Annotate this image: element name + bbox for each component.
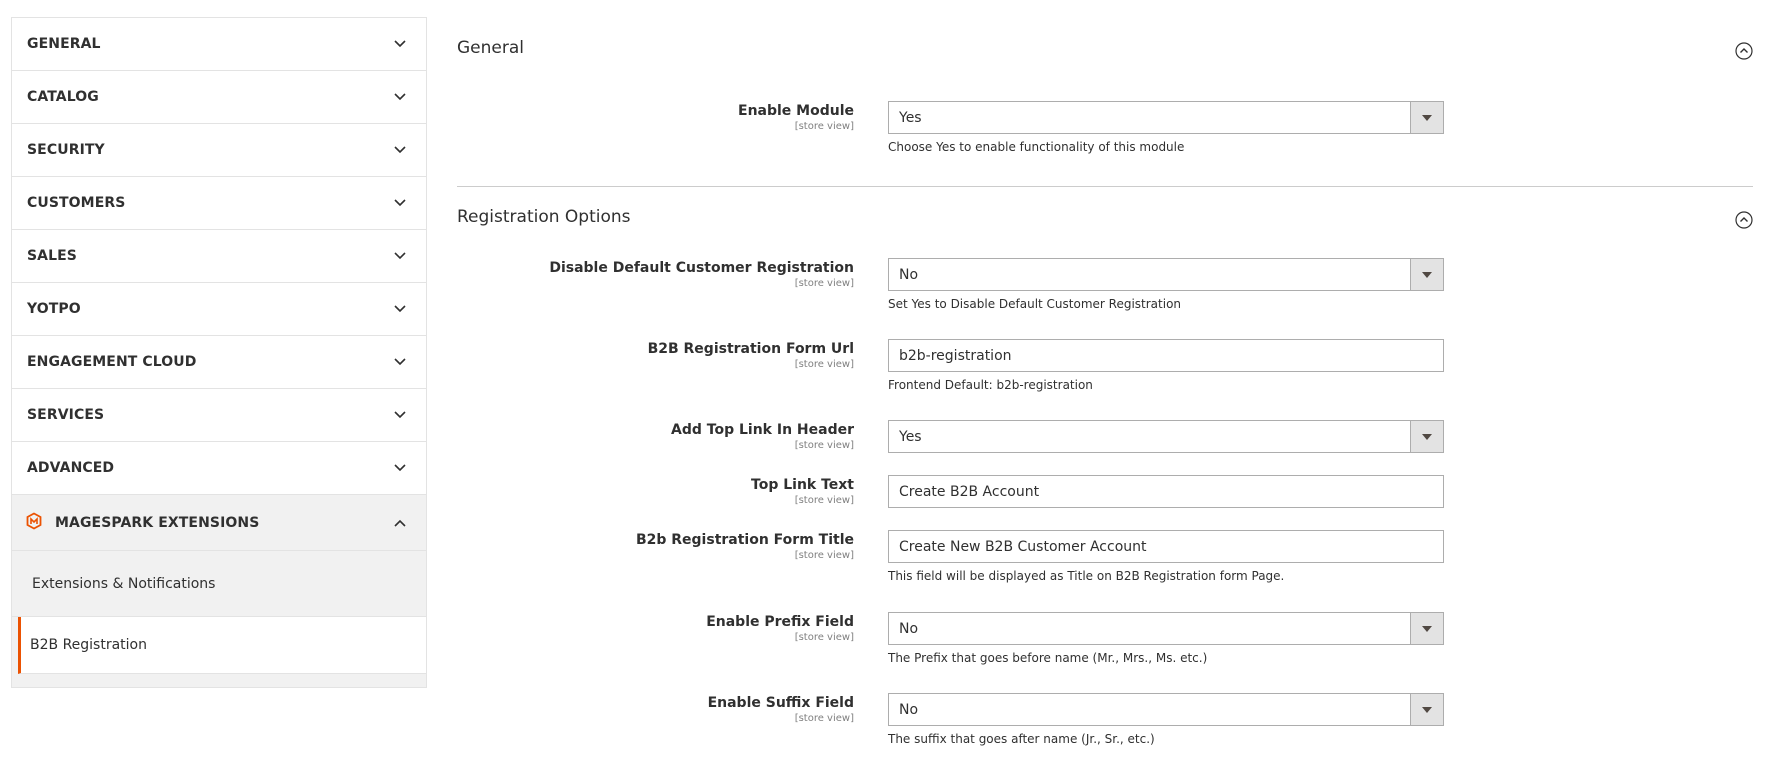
dropdown-arrow-icon[interactable]	[1410, 421, 1443, 452]
magespark-logo-icon	[25, 511, 43, 534]
chevron-up-icon	[392, 515, 408, 531]
label-text: B2B Registration Form Url	[647, 341, 854, 357]
field-note: The suffix that goes after name (Jr., Sr…	[888, 732, 1155, 746]
tab-label: GENERAL	[27, 36, 101, 52]
enable-prefix-select[interactable]: No	[888, 612, 1444, 645]
dropdown-arrow-icon[interactable]	[1410, 259, 1443, 290]
form-url-input[interactable]: b2b-registration	[888, 339, 1444, 372]
label-text: Enable Suffix Field	[707, 695, 854, 711]
config-sidebar: GENERAL CATALOG SECURITY CUSTOMERS SALES…	[11, 17, 427, 688]
scope-text: [store view]	[794, 359, 854, 370]
tab-label: YOTPO	[27, 301, 81, 317]
section-header-general[interactable]: General	[457, 0, 1767, 100]
scope-text: [store view]	[794, 632, 854, 643]
enable-module-select[interactable]: Yes	[888, 101, 1444, 134]
tab-subitems: Extensions & Notifications B2B Registrat…	[12, 551, 426, 687]
chevron-down-icon	[392, 354, 408, 370]
label-text: Disable Default Customer Registration	[549, 260, 854, 276]
input-value: Create New B2B Customer Account	[899, 538, 1147, 555]
field-label: B2b Registration Form Title [store view]	[434, 532, 854, 562]
top-link-text-input[interactable]: Create B2B Account	[888, 475, 1444, 508]
tab-label: SERVICES	[27, 407, 105, 423]
select-value: No	[899, 266, 919, 283]
chevron-down-icon	[392, 195, 408, 211]
tab-customers[interactable]: CUSTOMERS	[12, 177, 426, 230]
chevron-down-icon	[392, 301, 408, 317]
config-main: General Enable Module [store view] Yes C…	[457, 0, 1767, 746]
field-label: Enable Suffix Field [store view]	[434, 695, 854, 725]
label-text: Top Link Text	[751, 477, 854, 493]
field-label: Add Top Link In Header [store view]	[434, 422, 854, 452]
field-label: Enable Module [store view]	[434, 103, 854, 133]
field-note: The Prefix that goes before name (Mr., M…	[888, 651, 1208, 665]
tab-label: SECURITY	[27, 142, 105, 158]
scope-text: [store view]	[794, 713, 854, 724]
tab-services[interactable]: SERVICES	[12, 389, 426, 442]
scope-text: [store view]	[794, 121, 854, 132]
field-note: Frontend Default: b2b-registration	[888, 378, 1093, 392]
tab-advanced[interactable]: ADVANCED	[12, 442, 426, 495]
input-value: Create B2B Account	[899, 483, 1040, 500]
select-value: No	[899, 701, 919, 718]
tab-label: MAGESPARK EXTENSIONS	[55, 514, 260, 531]
field-label: B2B Registration Form Url [store view]	[434, 341, 854, 371]
tab-sales[interactable]: SALES	[12, 230, 426, 283]
tab-label: SALES	[27, 248, 77, 264]
input-value: b2b-registration	[899, 347, 1012, 364]
sidebar-item-b2b-registration[interactable]: B2B Registration	[18, 617, 426, 674]
tab-magespark-extensions[interactable]: MAGESPARK EXTENSIONS	[12, 495, 426, 551]
scope-text: [store view]	[794, 495, 854, 506]
scope-text: [store view]	[794, 550, 854, 561]
enable-suffix-select[interactable]: No	[888, 693, 1444, 726]
chevron-down-icon	[392, 36, 408, 52]
dropdown-arrow-icon[interactable]	[1410, 102, 1443, 133]
tab-label: CATALOG	[27, 89, 99, 105]
dropdown-arrow-icon[interactable]	[1410, 613, 1443, 644]
chevron-down-icon	[392, 248, 408, 264]
chevron-down-icon	[392, 89, 408, 105]
collapse-up-icon[interactable]	[1735, 42, 1753, 64]
tab-label-group: MAGESPARK EXTENSIONS	[25, 511, 260, 534]
field-label: Enable Prefix Field [store view]	[434, 614, 854, 644]
tab-label: ADVANCED	[27, 460, 115, 476]
label-text: Add Top Link In Header	[671, 422, 854, 438]
sidebar-footer	[12, 674, 426, 687]
collapse-up-icon[interactable]	[1735, 211, 1753, 233]
tab-label: ENGAGEMENT CLOUD	[27, 354, 197, 370]
label-text: Enable Module	[738, 103, 854, 119]
disable-default-registration-select[interactable]: No	[888, 258, 1444, 291]
tab-engagement-cloud[interactable]: ENGAGEMENT CLOUD	[12, 336, 426, 389]
field-note: Set Yes to Disable Default Customer Regi…	[888, 297, 1182, 311]
field-label: Disable Default Customer Registration [s…	[434, 260, 854, 290]
form-title-input[interactable]: Create New B2B Customer Account	[888, 530, 1444, 563]
label-text: B2b Registration Form Title	[635, 532, 854, 548]
select-value: No	[899, 620, 919, 637]
select-value: Yes	[899, 428, 922, 445]
chevron-down-icon	[392, 460, 408, 476]
scope-text: [store view]	[794, 278, 854, 289]
tab-label: CUSTOMERS	[27, 195, 126, 211]
field-note: Choose Yes to enable functionality of th…	[888, 140, 1185, 154]
section-title: General	[457, 38, 524, 58]
label-text: Enable Prefix Field	[706, 614, 854, 630]
section-title: Registration Options	[457, 207, 631, 227]
add-top-link-select[interactable]: Yes	[888, 420, 1444, 453]
field-note: This field will be displayed as Title on…	[888, 569, 1285, 583]
scope-text: [store view]	[794, 440, 854, 451]
select-value: Yes	[899, 109, 922, 126]
tab-security[interactable]: SECURITY	[12, 124, 426, 177]
tab-yotpo[interactable]: YOTPO	[12, 283, 426, 336]
tab-catalog[interactable]: CATALOG	[12, 71, 426, 124]
sidebar-item-extensions-notifications[interactable]: Extensions & Notifications	[12, 551, 426, 617]
field-label: Top Link Text [store view]	[434, 477, 854, 507]
chevron-down-icon	[392, 142, 408, 158]
tab-general[interactable]: GENERAL	[12, 18, 426, 71]
chevron-down-icon	[392, 407, 408, 423]
dropdown-arrow-icon[interactable]	[1410, 694, 1443, 725]
